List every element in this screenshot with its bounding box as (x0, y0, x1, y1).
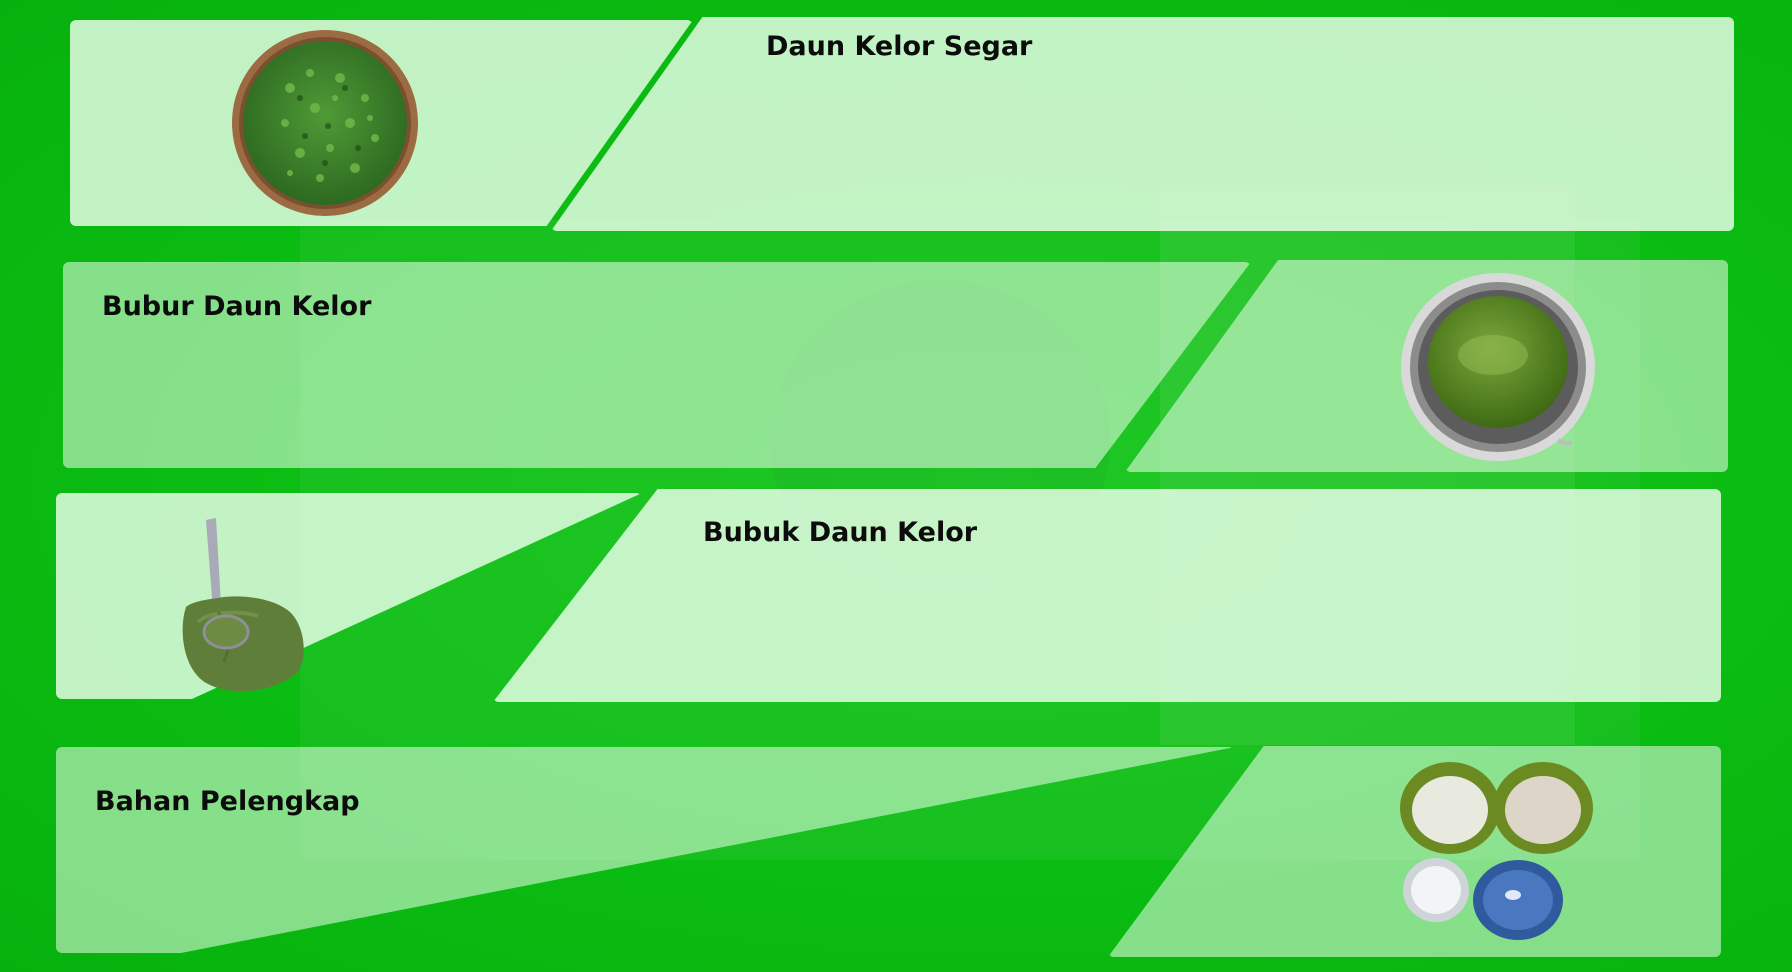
banner-3-title-panel (493, 489, 1721, 702)
moringa-puree-pot-image (1401, 273, 1595, 461)
section-title-bahan-pelengkap: Bahan Pelengkap (95, 786, 360, 817)
slide: Daun Kelor Segar Bubur Daun Kelor Bubuk … (0, 0, 1792, 972)
section-title-bubuk-daun-kelor: Bubuk Daun Kelor (703, 517, 978, 548)
section-title-daun-kelor-segar: Daun Kelor Segar (766, 31, 1033, 62)
fresh-moringa-basket-image (232, 30, 418, 216)
banner-1-title-panel (551, 17, 1734, 231)
banner-4-title-panel (56, 747, 1235, 953)
supplementary-ingredients-bowls-image (1400, 762, 1593, 940)
section-title-bubur-daun-kelor: Bubur Daun Kelor (102, 291, 372, 322)
moringa-powder-image (182, 518, 304, 692)
